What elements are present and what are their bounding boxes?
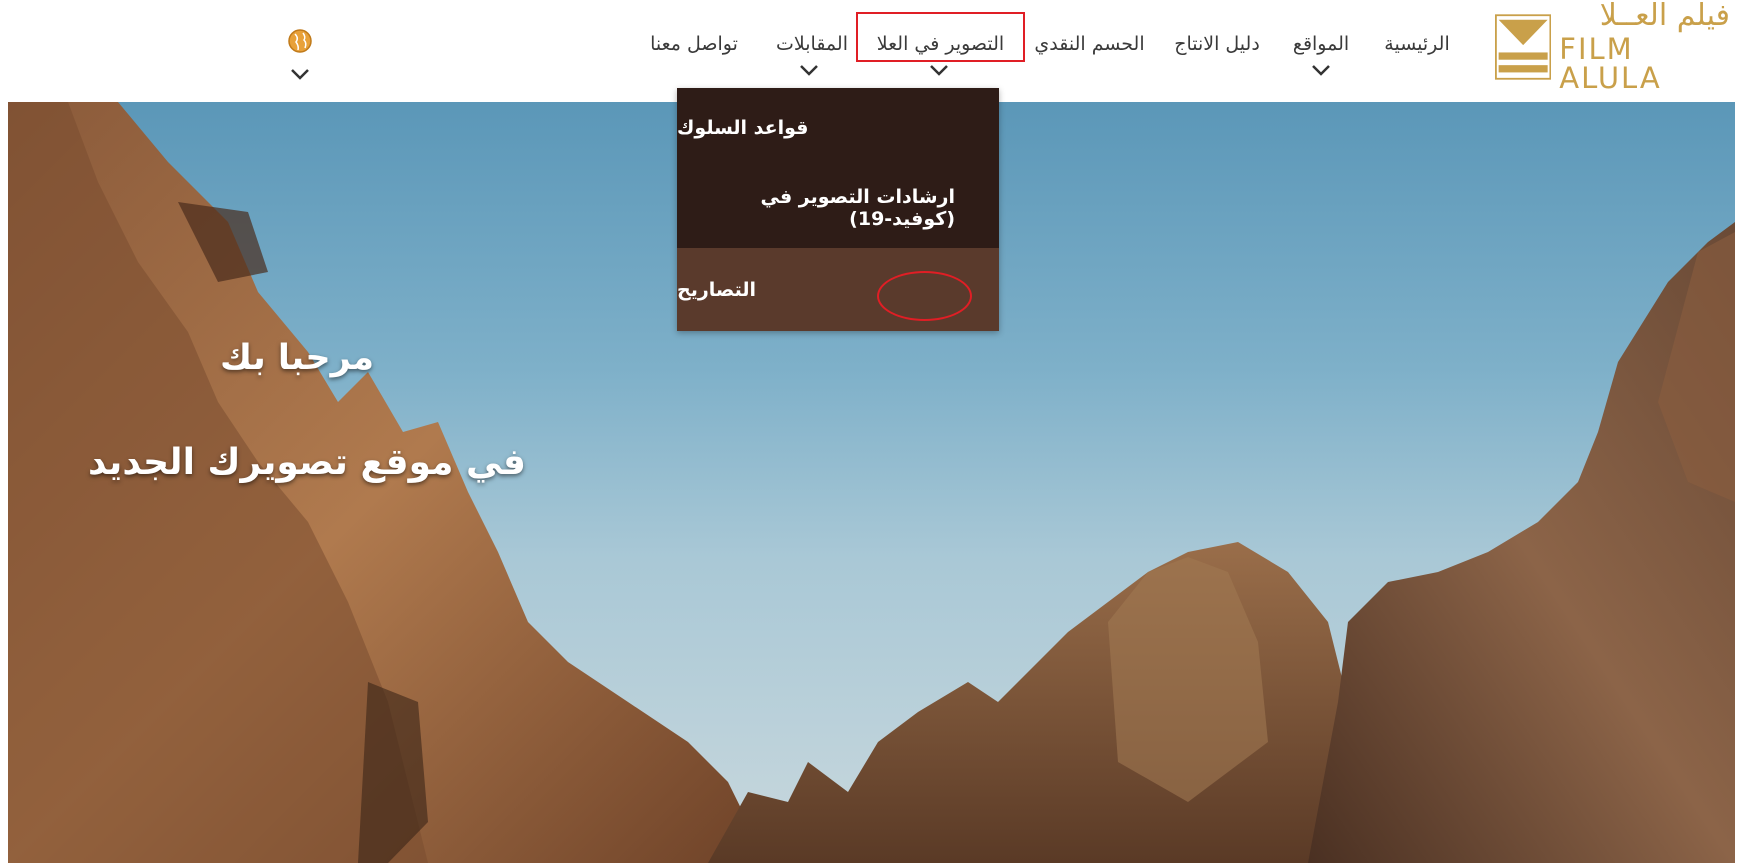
hero-subheading: في موقع تصويرك الجديد [88, 442, 526, 483]
nav-interviews[interactable]: المقابلات [772, 26, 852, 62]
globe-icon[interactable] [287, 28, 313, 54]
dropdown-item-covid-guidelines[interactable]: ارشادات التصوير في (كوفيد-19) [677, 168, 999, 248]
chevron-down-icon[interactable] [1311, 64, 1331, 76]
nav-cash-rebate[interactable]: الحسم النقدي [1034, 26, 1144, 62]
film-alula-logo[interactable]: فيلم العــلا FILM ALULA [1495, 1, 1730, 93]
nav-contact[interactable]: تواصل معنا [650, 26, 738, 62]
nav-highlight-box [856, 12, 1025, 62]
logo-text: فيلم العــلا FILM ALULA [1559, 1, 1730, 93]
nav-production-guide[interactable]: دليل الانتاج [1173, 26, 1261, 62]
logo-english-text: FILM ALULA [1559, 32, 1662, 95]
logo-arabic-text: فيلم العــلا [1599, 0, 1730, 33]
nav-home[interactable]: الرئيسية [1384, 26, 1449, 62]
nav-locations[interactable]: المواقع [1290, 26, 1352, 62]
chevron-down-icon[interactable] [290, 68, 310, 80]
logo-mark-icon [1495, 14, 1552, 80]
dropdown-item-code-of-conduct[interactable]: قواعد السلوك [677, 88, 999, 168]
site-header: فيلم العــلا FILM ALULA الرئيسية المواقع… [0, 0, 1743, 102]
hero-welcome-heading: مرحبا بك [220, 338, 375, 378]
chevron-down-icon[interactable] [929, 64, 949, 76]
chevron-down-icon[interactable] [799, 64, 819, 76]
permits-circle-annotation [877, 271, 972, 321]
